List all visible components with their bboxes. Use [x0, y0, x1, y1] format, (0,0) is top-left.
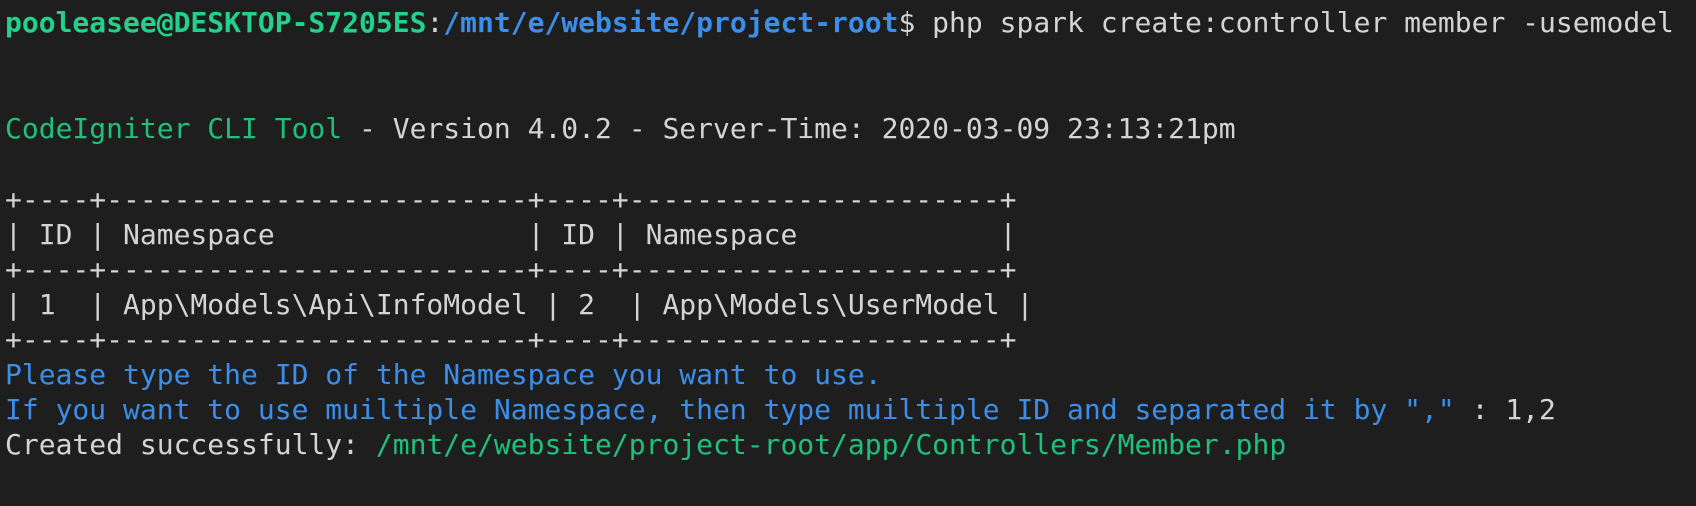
prompt-user-host: pooleasee@DESKTOP-S7205ES: [5, 6, 427, 39]
prompt-line: pooleasee@DESKTOP-S7205ES:/mnt/e/website…: [5, 4, 1674, 42]
instruction-line-2: If you want to use muiltiple Namespace, …: [5, 391, 1556, 429]
terminal-window[interactable]: pooleasee@DESKTOP-S7205ES:/mnt/e/website…: [0, 0, 1696, 506]
table-header-border: +----+-------------------------+----+---…: [5, 253, 1017, 286]
table-data-row: | 1 | App\Models\Api\InfoModel | 2 | App…: [5, 288, 1034, 321]
prompt-path: /mnt/e/website/project-root: [443, 6, 899, 39]
banner-details: - Version 4.0.2 - Server-Time: 2020-03-0…: [342, 112, 1236, 145]
prompt-command: php spark create:controller member -usem…: [915, 6, 1674, 39]
result-line: Created successfully: /mnt/e/website/pro…: [5, 426, 1286, 464]
banner-line: CodeIgniter CLI Tool - Version 4.0.2 - S…: [5, 110, 1236, 148]
result-path: /mnt/e/website/project-root/app/Controll…: [375, 428, 1287, 461]
table-header-row: | ID | Namespace | ID | Namespace |: [5, 218, 1017, 251]
prompt-dollar: $: [898, 6, 916, 39]
table-bottom-border: +----+-------------------------+----+---…: [5, 323, 1017, 356]
instruction-text: If you want to use muiltiple Namespace, …: [5, 393, 1472, 426]
prompt-colon: :: [426, 6, 444, 39]
banner-tool-name: CodeIgniter CLI Tool: [5, 112, 343, 145]
user-input: : 1,2: [1471, 393, 1556, 426]
instruction-line-1: Please type the ID of the Namespace you …: [5, 358, 882, 391]
result-label: Created successfully:: [5, 428, 376, 461]
table-top-border: +----+-------------------------+----+---…: [5, 183, 1017, 216]
